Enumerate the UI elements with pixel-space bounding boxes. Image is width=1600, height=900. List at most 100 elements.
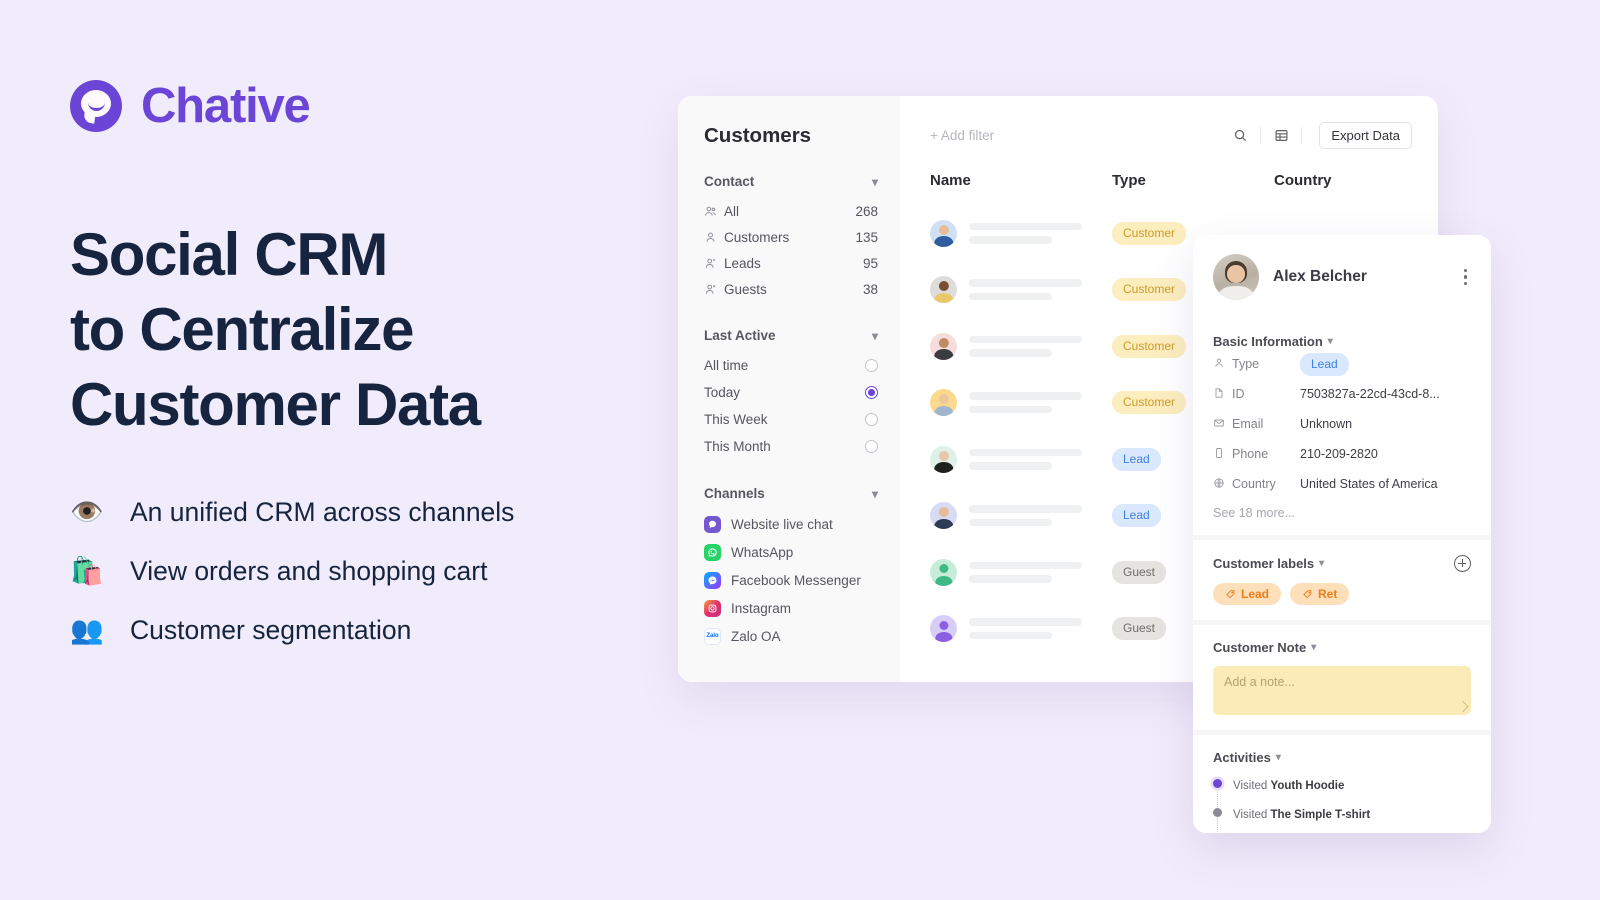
sidebar-item-all[interactable]: All 268: [704, 198, 878, 224]
activity-text: Visited Youth Hoodie: [1233, 780, 1344, 792]
chevron-down-icon: ▾: [1275, 752, 1281, 763]
basic-information-header[interactable]: Basic Information ▾: [1213, 334, 1471, 349]
radio-button-selected[interactable]: [865, 386, 878, 399]
sidebar-item-guests[interactable]: Guests 38: [704, 276, 878, 302]
brand-logo: Chative: [70, 78, 650, 134]
search-icon[interactable]: [1228, 123, 1252, 147]
activity-target: Youth Hoodie: [1270, 780, 1345, 792]
field-type: Type Lead: [1213, 349, 1471, 379]
field-value: 210-209-2820: [1300, 447, 1378, 461]
activity-action: Visited: [1233, 780, 1268, 792]
add-filter-button[interactable]: + Add filter: [930, 128, 1228, 143]
name-placeholder: [969, 392, 1112, 414]
avatar: [930, 332, 957, 360]
channel-label: Website live chat: [731, 516, 833, 532]
see-more-link[interactable]: See 18 more...: [1213, 499, 1471, 520]
label-chip[interactable]: Lead: [1213, 583, 1282, 605]
whatsapp-icon: [704, 543, 721, 561]
activity-item: Visited Youth Hoodie: [1213, 776, 1471, 807]
column-header-name[interactable]: Name: [930, 172, 1112, 189]
sidebar-item-count: 135: [855, 229, 878, 245]
field-country: Country United States of America: [1213, 469, 1471, 499]
sidebar-item-count: 95: [862, 255, 878, 271]
note-input[interactable]: Add a note...: [1213, 666, 1471, 715]
cell-name: [930, 332, 1112, 360]
sidebar-item-customers[interactable]: Customers 135: [704, 224, 878, 250]
column-header-type[interactable]: Type: [1112, 172, 1274, 189]
channel-facebook-messenger[interactable]: Facebook Messenger: [704, 566, 878, 594]
zalo-icon: Zalo: [704, 627, 721, 645]
customer-note-header[interactable]: Customer Note ▾: [1213, 640, 1471, 655]
last-active-group-header[interactable]: Last Active ▾: [704, 328, 878, 343]
sidebar-item-leads[interactable]: Leads 95: [704, 250, 878, 276]
radio-button[interactable]: [865, 359, 878, 372]
document-icon: [1213, 387, 1232, 402]
filter-label: This Month: [704, 439, 771, 454]
filter-today[interactable]: Today: [704, 379, 878, 406]
customer-name: Alex Belcher: [1273, 268, 1367, 285]
timeline-connector: [1217, 818, 1219, 833]
headline-line-2: to Centralize: [70, 296, 414, 363]
field-label: Type: [1232, 357, 1260, 371]
list-item: 🛍️ View orders and shopping cart: [70, 555, 650, 587]
avatar-placeholder: [930, 558, 957, 586]
filter-label: This Week: [704, 412, 768, 427]
activity-body: Visited Youth Hoodie: [1233, 776, 1471, 794]
contact-group-header[interactable]: Contact ▾: [704, 174, 878, 189]
globe-icon: [1213, 477, 1232, 492]
field-label: ID: [1232, 387, 1245, 401]
channels-group: Channels ▾ Website live chat WhatsApp Fa…: [704, 486, 878, 650]
headline-line-3: Customer Data: [70, 371, 481, 438]
radio-button[interactable]: [865, 440, 878, 453]
radio-button[interactable]: [865, 413, 878, 426]
channel-instagram[interactable]: Instagram: [704, 594, 878, 622]
channel-zalo-oa[interactable]: Zalo Zalo OA: [704, 622, 878, 650]
field-value: 7503827a-22cd-43cd-8...: [1300, 387, 1440, 401]
section-label: Customer labels: [1213, 556, 1315, 571]
channel-whatsapp[interactable]: WhatsApp: [704, 538, 878, 566]
activities-header[interactable]: Activities ▾: [1213, 750, 1471, 765]
people-icon: 👥: [70, 615, 104, 645]
users-icon: [704, 205, 724, 218]
avatar-placeholder: [930, 615, 957, 643]
divider: [1301, 126, 1303, 144]
chevron-down-icon: ▾: [871, 486, 878, 501]
chevron-down-icon: ▾: [871, 174, 878, 189]
cell-name: [930, 445, 1112, 473]
column-header-country[interactable]: Country: [1274, 172, 1418, 189]
list-item: 👁️ An unified CRM across channels: [70, 496, 650, 528]
avatar: [930, 276, 957, 304]
table-view-icon[interactable]: [1269, 123, 1293, 147]
channels-group-header[interactable]: Channels ▾: [704, 486, 878, 501]
cell-name: [930, 502, 1112, 530]
export-data-button[interactable]: Export Data: [1319, 121, 1412, 149]
section-label-wrap[interactable]: Customer labels ▾: [1213, 556, 1324, 571]
field-phone: Phone 210-209-2820: [1213, 439, 1471, 469]
label-chip-text: Ret: [1318, 587, 1338, 601]
tag-icon: [1303, 589, 1312, 598]
app-sidebar: Customers Contact ▾ All 268 Customers 13…: [678, 96, 900, 682]
feature-label: Customer segmentation: [130, 614, 412, 645]
filter-this-week[interactable]: This Week: [704, 406, 878, 433]
avatar: [930, 445, 957, 473]
feature-label: An unified CRM across channels: [130, 496, 515, 527]
name-placeholder: [969, 561, 1112, 583]
sidebar-item-label: All: [724, 203, 740, 219]
cell-name: [930, 389, 1112, 417]
table-header: Name Type Country: [930, 172, 1438, 189]
label-chip[interactable]: Ret: [1290, 583, 1350, 605]
plus-circle-icon[interactable]: [1454, 555, 1471, 572]
filter-all-time[interactable]: All time: [704, 352, 878, 379]
eye-icon: 👁️: [70, 497, 104, 527]
instagram-icon: [704, 599, 721, 617]
name-placeholder: [969, 505, 1112, 527]
status-badge: Customer: [1112, 221, 1187, 245]
kebab-menu-icon[interactable]: [1460, 265, 1471, 289]
page-root: Chative Social CRM to Centralize Custome…: [0, 0, 1600, 900]
filter-this-month[interactable]: This Month: [704, 433, 878, 460]
chevron-down-icon: ▾: [1319, 558, 1325, 569]
channel-website-live-chat[interactable]: Website live chat: [704, 510, 878, 538]
status-badge: Customer: [1112, 391, 1187, 415]
contact-group: Contact ▾ All 268 Customers 135 Leads 95: [704, 174, 878, 302]
last-active-group: Last Active ▾ All time Today This Week T…: [704, 328, 878, 460]
